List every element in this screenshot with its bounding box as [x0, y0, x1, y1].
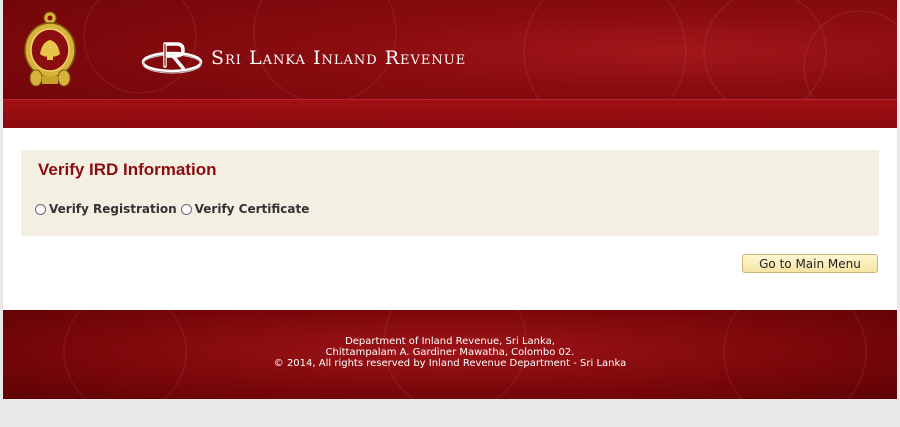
verify-registration-label: Verify Registration — [49, 202, 177, 216]
page-title: Verify IRD Information — [38, 160, 217, 179]
site-header: Sri Lanka Inland Revenue — [3, 0, 897, 128]
sri-lanka-emblem-icon — [24, 11, 76, 87]
verify-panel: Verify IRD Information Verify Registrati… — [21, 150, 879, 236]
site-footer: Department of Inland Revenue, Sri Lanka,… — [3, 310, 897, 399]
verify-registration-radio[interactable] — [35, 203, 46, 215]
ird-logo-icon — [141, 42, 203, 74]
footer-copyright: © 2014, All rights reserved by Inland Re… — [273, 358, 627, 369]
site-title: Sri Lanka Inland Revenue — [211, 47, 467, 69]
option-verify-certificate[interactable]: Verify Certificate — [180, 202, 310, 216]
verify-certificate-label: Verify Certificate — [194, 202, 310, 216]
go-to-main-menu-button[interactable]: Go to Main Menu — [742, 254, 878, 273]
verify-certificate-radio[interactable] — [180, 203, 192, 215]
footer-line-2: Chittampalam A. Gardiner Mawatha, Colomb… — [325, 347, 575, 358]
footer-line-1: Department of Inland Revenue, Sri Lanka, — [345, 336, 555, 347]
verify-options: Verify Registration Verify Certificate — [35, 202, 313, 216]
page-frame: Sri Lanka Inland Revenue Verify IRD Info… — [3, 0, 897, 399]
header-strip — [3, 99, 897, 128]
option-verify-registration[interactable]: Verify Registration — [35, 202, 177, 216]
brand: Sri Lanka Inland Revenue — [141, 38, 466, 78]
